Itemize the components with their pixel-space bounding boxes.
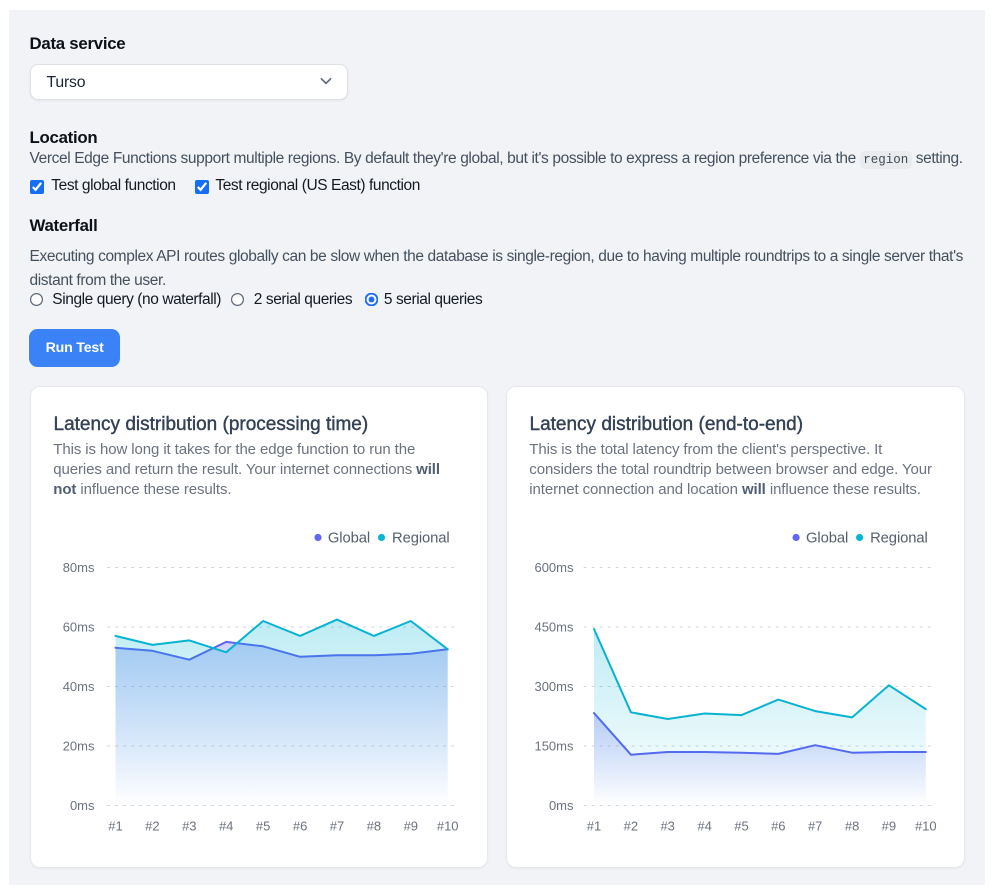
svg-text:Global: Global [328, 531, 370, 547]
svg-text:#1: #1 [108, 819, 122, 834]
svg-text:80ms: 80ms [63, 560, 95, 575]
svg-text:#8: #8 [845, 819, 859, 834]
svg-text:60ms: 60ms [63, 620, 95, 635]
svg-text:#8: #8 [367, 819, 381, 834]
svg-text:Regional: Regional [870, 531, 928, 547]
svg-text:#3: #3 [182, 819, 196, 834]
svg-text:#6: #6 [293, 819, 307, 834]
svg-text:#5: #5 [734, 819, 748, 834]
svg-text:#5: #5 [256, 819, 270, 834]
svg-text:#9: #9 [882, 819, 896, 834]
svg-text:#10: #10 [915, 819, 937, 834]
svg-text:20ms: 20ms [63, 739, 95, 754]
svg-text:#10: #10 [437, 819, 459, 834]
svg-text:#9: #9 [404, 819, 418, 834]
svg-text:450ms: 450ms [534, 620, 574, 635]
svg-text:0ms: 0ms [549, 798, 574, 813]
svg-text:#1: #1 [587, 819, 601, 834]
svg-text:#6: #6 [771, 819, 785, 834]
svg-text:#7: #7 [330, 819, 344, 834]
svg-text:150ms: 150ms [534, 739, 574, 754]
svg-text:#4: #4 [219, 819, 233, 834]
svg-text:600ms: 600ms [534, 560, 574, 575]
svg-text:0ms: 0ms [70, 798, 95, 813]
svg-text:Global: Global [806, 531, 848, 547]
svg-text:40ms: 40ms [63, 679, 95, 694]
svg-text:Regional: Regional [392, 531, 450, 547]
svg-text:#3: #3 [660, 819, 674, 834]
svg-text:#7: #7 [808, 819, 822, 834]
svg-text:#2: #2 [145, 819, 159, 834]
svg-text:300ms: 300ms [534, 679, 574, 694]
svg-text:#4: #4 [697, 819, 711, 834]
svg-text:#2: #2 [624, 819, 638, 834]
